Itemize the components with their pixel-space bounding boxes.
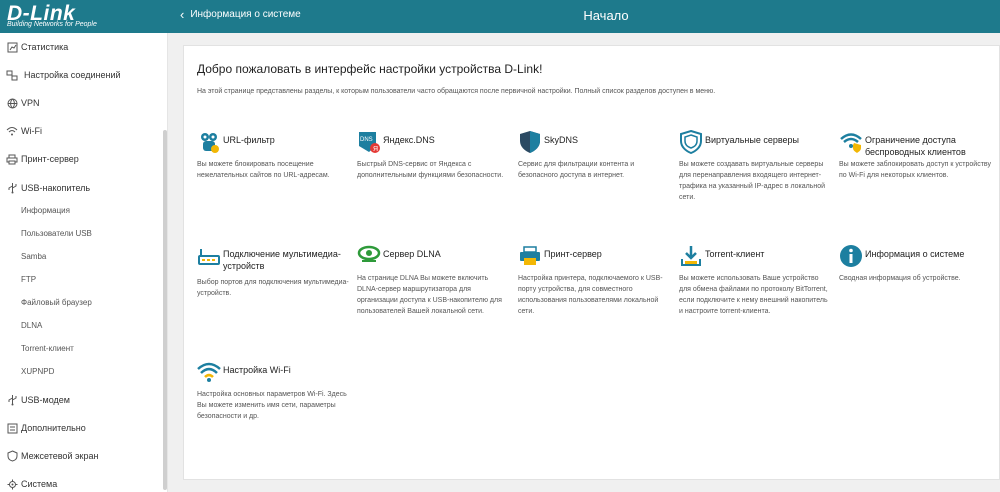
multimedia-icon: [197, 244, 221, 268]
sidebar-item-system[interactable]: Система: [0, 473, 164, 492]
torrent-download-icon: [679, 244, 703, 268]
tile-title: Сервер DLNA: [383, 249, 441, 259]
sidebar-item-label: Принт-сервер: [21, 154, 79, 164]
dlna-icon: [357, 244, 381, 268]
tile-description: Сервис для фильтрации контента и безопас…: [518, 161, 635, 179]
sidebar-subitem-usb-users[interactable]: Пользователи USB: [21, 229, 92, 238]
skydns-shield-icon: [518, 130, 542, 154]
tile-title: Настройка Wi-Fi: [223, 365, 291, 375]
vpn-icon: [6, 97, 18, 109]
stats-icon: [6, 41, 18, 53]
sidebar-item-statistics[interactable]: Статистика: [0, 36, 164, 58]
sidebar-item-firewall[interactable]: Межсетевой экран: [0, 445, 164, 467]
tile-title: Подключение мультимедиа-устройств: [223, 249, 341, 271]
page-title: Начало: [583, 8, 629, 23]
tile-yandex-dns[interactable]: DNS Я Яндекс.DNS Быстрый DNS-сервис от Ян…: [357, 130, 507, 190]
svg-text:DNS: DNS: [360, 137, 373, 143]
tile-print-server[interactable]: Принт-сервер Настройка принтера, подключ…: [518, 244, 668, 324]
sidebar: Статистика Настройка соединений VPN Wi-F…: [0, 33, 168, 492]
tile-title: URL-фильтр: [223, 135, 275, 145]
tile-description: Выбор портов для подключения мультимедиа…: [197, 279, 349, 297]
sidebar-item-label: Статистика: [21, 42, 69, 52]
tile-title: SkyDNS: [544, 135, 579, 145]
intro-text: На этой странице представлены разделы, к…: [197, 88, 716, 95]
top-bar: D-Link Building Networks for People ‹ Ин…: [0, 0, 1000, 33]
tile-description: Настройка принтера, подключаемого к USB-…: [518, 275, 663, 315]
tile-title: Ограничение доступа беспроводных клиенто…: [865, 135, 966, 157]
tile-description: Настройка основных параметров Wi-Fi. Зде…: [197, 391, 347, 420]
tile-description: Вы можете заблокировать доступ к устройс…: [839, 161, 991, 179]
tile-wifi-settings[interactable]: Настройка Wi-Fi Настройка основных парам…: [197, 360, 347, 430]
system-icon: [6, 478, 18, 490]
tile-torrent-client[interactable]: Torrent-клиент Вы можете использовать Ва…: [679, 244, 829, 334]
usb-icon: [6, 182, 18, 194]
sidebar-subitem-file-browser[interactable]: Файловый браузер: [21, 298, 92, 307]
tile-virtual-servers[interactable]: Виртуальные серверы Вы можете создавать …: [679, 129, 829, 210]
tile-skydns[interactable]: SkyDNS Сервис для фильтрации контента и …: [518, 130, 668, 190]
sidebar-scrollbar[interactable]: [163, 130, 167, 490]
sidebar-item-vpn[interactable]: VPN: [0, 92, 164, 114]
sidebar-item-label: Система: [21, 479, 58, 489]
printer-icon: [6, 153, 18, 165]
sidebar-item-label: Дополнительно: [21, 423, 86, 433]
main-card: Добро пожаловать в интерфейс настройки у…: [183, 45, 1000, 480]
sidebar-item-label: USB-модем: [21, 395, 70, 405]
sidebar-item-usb-modem[interactable]: USB-модем: [0, 389, 164, 411]
virtual-servers-shield-icon: [679, 129, 703, 155]
tile-description: Быстрый DNS-сервис от Яндекса с дополнит…: [357, 161, 504, 179]
connections-icon: [6, 69, 18, 81]
tile-title: Информация о системе: [865, 249, 965, 259]
info-icon: [839, 244, 863, 268]
tile-title: Яндекс.DNS: [383, 135, 435, 145]
tile-description: Вы можете использовать Ваше устройство д…: [679, 275, 828, 315]
wifi-icon: [6, 125, 18, 137]
tile-multimedia[interactable]: Подключение мультимедиа-устройств Выбор …: [197, 244, 349, 304]
sidebar-item-label: Межсетевой экран: [21, 451, 99, 461]
wifi-settings-icon: [197, 360, 221, 384]
tile-system-info[interactable]: Информация о системе Сводная информация …: [839, 244, 989, 294]
svg-text:Я: Я: [373, 146, 378, 153]
sidebar-subitem-info[interactable]: Информация: [21, 206, 70, 215]
tile-title: Принт-сервер: [544, 249, 602, 259]
sidebar-subitem-ftp[interactable]: FTP: [21, 275, 36, 284]
sidebar-item-usb-storage[interactable]: USB-накопитель: [0, 177, 164, 199]
print-server-icon: [518, 244, 542, 268]
sidebar-item-connections[interactable]: Настройка соединений: [0, 64, 164, 86]
welcome-heading: Добро пожаловать в интерфейс настройки у…: [197, 62, 543, 76]
sidebar-item-advanced[interactable]: Дополнительно: [0, 417, 164, 439]
usb-modem-icon: [6, 394, 18, 406]
tile-dlna-server[interactable]: Сервер DLNA На странице DLNA Вы можете в…: [357, 244, 507, 334]
tile-description: Сводная информация об устройстве.: [839, 275, 961, 282]
sidebar-item-label: Настройка соединений: [24, 70, 121, 80]
sidebar-subitem-torrent[interactable]: Torrent-клиент: [21, 344, 74, 353]
sidebar-subitem-dlna[interactable]: DLNA: [21, 321, 42, 330]
advanced-icon: [6, 422, 18, 434]
sidebar-item-label: VPN: [21, 98, 40, 108]
tile-url-filter[interactable]: URL-фильтр Вы можете блокировать посещен…: [197, 130, 347, 190]
sidebar-item-print-server[interactable]: Принт-сервер: [0, 148, 164, 170]
tile-wifi-access-restriction[interactable]: Ограничение доступа беспроводных клиенто…: [839, 130, 991, 190]
sidebar-subitem-xupnpd[interactable]: XUPNPD: [21, 367, 54, 376]
yandex-dns-icon: DNS Я: [357, 130, 381, 154]
sidebar-item-label: Wi-Fi: [21, 126, 42, 136]
tile-title: Torrent-клиент: [705, 249, 765, 259]
sidebar-subitem-samba[interactable]: Samba: [21, 252, 46, 261]
sidebar-item-label: USB-накопитель: [21, 183, 91, 193]
tile-description: Вы можете создавать виртуальные серверы …: [679, 161, 826, 201]
tile-description: Вы можете блокировать посещение нежелате…: [197, 161, 330, 179]
sidebar-item-wifi[interactable]: Wi-Fi: [0, 120, 164, 142]
tile-title: Виртуальные серверы: [705, 135, 800, 145]
url-filter-icon: [197, 130, 221, 154]
firewall-icon: [6, 450, 18, 462]
wifi-lock-icon: [839, 130, 863, 154]
tile-description: На странице DLNA Вы можете включить DLNA…: [357, 275, 502, 315]
